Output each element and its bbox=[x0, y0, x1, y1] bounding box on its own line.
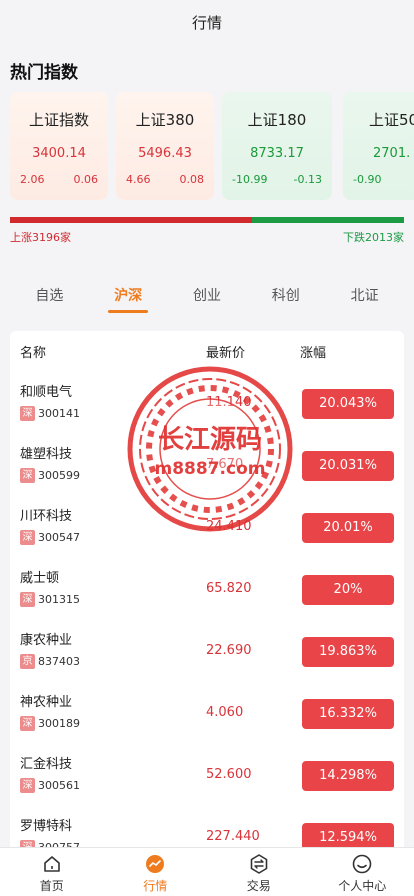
index-card-sh180[interactable]: 上证180 8733.17 -10.99 -0.13 bbox=[222, 92, 332, 200]
stock-price: 52.600 bbox=[206, 767, 252, 782]
rise-segment bbox=[10, 217, 252, 223]
index-change: -0.90 bbox=[353, 173, 382, 186]
stock-code: 300189 bbox=[38, 717, 80, 730]
market-tag: 京 bbox=[20, 654, 35, 669]
stock-price: 4.060 bbox=[206, 705, 244, 720]
change-badge[interactable]: 19.863% bbox=[302, 637, 394, 667]
index-change-pct: 0.08 bbox=[179, 173, 205, 186]
stock-code: 300561 bbox=[38, 779, 80, 792]
rise-count-label: 上涨3196家 bbox=[10, 231, 71, 244]
change-badge[interactable]: 20.043% bbox=[302, 389, 394, 419]
table-row[interactable]: 威士顿 深 301315 65.820 20% bbox=[10, 559, 404, 621]
trade-exchange-icon bbox=[250, 854, 268, 874]
index-name: 上证50 bbox=[369, 111, 414, 129]
stock-name: 川环科技 bbox=[20, 509, 73, 524]
index-card-sh380[interactable]: 上证380 5496.43 4.66 0.08 bbox=[116, 92, 214, 200]
stock-name: 神农种业 bbox=[20, 695, 73, 710]
stock-name: 和顺电气 bbox=[20, 385, 73, 400]
index-change: -10.99 bbox=[232, 173, 268, 186]
table-row[interactable]: 雄塑科技 深 300599 7.670 20.031% bbox=[10, 435, 404, 497]
tab-chinext[interactable]: 创业 bbox=[187, 283, 227, 313]
change-badge[interactable]: 20.01% bbox=[302, 513, 394, 543]
list-header: 名称 最新价 涨幅 bbox=[10, 331, 404, 369]
stock-price: 65.820 bbox=[206, 581, 252, 596]
index-price: 2701. bbox=[373, 146, 411, 161]
stock-price: 11.140 bbox=[206, 395, 252, 410]
index-card-sh-composite[interactable]: 上证指数 3400.14 2.06 0.06 bbox=[10, 92, 108, 200]
market-tag: 深 bbox=[20, 530, 35, 545]
fall-count-label: 下跌2013家 bbox=[343, 231, 404, 244]
nav-profile[interactable]: 个人中心 bbox=[311, 848, 414, 896]
market-chart-icon bbox=[146, 855, 165, 873]
index-name: 上证380 bbox=[135, 111, 195, 129]
index-name: 上证180 bbox=[247, 111, 307, 129]
top-bar: 行情 bbox=[0, 0, 414, 44]
stock-code: 837403 bbox=[38, 655, 80, 668]
table-row[interactable]: 汇金科技 深 300561 52.600 14.298% bbox=[10, 745, 404, 807]
col-price-header: 最新价 bbox=[206, 346, 246, 361]
stock-price: 7.670 bbox=[206, 457, 244, 472]
fall-segment bbox=[251, 217, 404, 223]
nav-trade[interactable]: 交易 bbox=[207, 848, 311, 896]
index-card-sh50[interactable]: 上证50 2701. -0.90 bbox=[343, 92, 414, 200]
home-icon bbox=[43, 856, 60, 872]
stock-name: 威士顿 bbox=[20, 571, 60, 586]
col-change-header: 涨幅 bbox=[300, 346, 327, 361]
stock-price: 22.690 bbox=[206, 643, 252, 658]
market-tag: 深 bbox=[20, 716, 35, 731]
table-row[interactable]: 和顺电气 深 300141 11.140 20.043% bbox=[10, 373, 404, 435]
table-row[interactable]: 神农种业 深 300189 4.060 16.332% bbox=[10, 683, 404, 745]
stock-name: 汇金科技 bbox=[20, 757, 73, 772]
index-price: 3400.14 bbox=[32, 146, 86, 161]
change-badge[interactable]: 16.332% bbox=[302, 699, 394, 729]
stock-code: 301315 bbox=[38, 593, 80, 606]
stock-name: 雄塑科技 bbox=[20, 447, 73, 462]
tab-star-market[interactable]: 科创 bbox=[266, 283, 306, 313]
index-change-pct: 0.06 bbox=[73, 173, 99, 186]
market-tag: 深 bbox=[20, 592, 35, 607]
index-name: 上证指数 bbox=[28, 111, 89, 129]
page-title: 行情 bbox=[191, 13, 222, 32]
index-price: 8733.17 bbox=[250, 146, 304, 161]
index-price: 5496.43 bbox=[138, 146, 192, 161]
index-card-row[interactable]: 上证指数 3400.14 2.06 0.06 上证380 5496.43 4.6… bbox=[10, 92, 414, 202]
market-tag: 深 bbox=[20, 406, 35, 421]
stock-price: 24.410 bbox=[206, 519, 252, 534]
market-tabs: 自选 沪深 创业 科创 北证 bbox=[10, 283, 404, 313]
change-badge[interactable]: 20% bbox=[302, 575, 394, 605]
nav-home[interactable]: 首页 bbox=[0, 848, 104, 896]
index-change-pct: -0.13 bbox=[293, 173, 322, 186]
tab-beijing[interactable]: 北证 bbox=[345, 283, 385, 313]
index-change: 2.06 bbox=[20, 173, 45, 186]
stock-list: 名称 最新价 涨幅 和顺电气 深 300141 11.140 20.043% 雄… bbox=[10, 331, 404, 851]
market-breadth-bar bbox=[10, 217, 404, 223]
nav-trade-label: 交易 bbox=[246, 879, 271, 893]
change-badge[interactable]: 14.298% bbox=[302, 761, 394, 791]
stock-code: 300599 bbox=[38, 469, 80, 482]
change-badge[interactable]: 20.031% bbox=[302, 451, 394, 481]
stock-code: 300547 bbox=[38, 531, 80, 544]
stock-name: 罗博特科 bbox=[20, 819, 73, 834]
stock-name: 康农种业 bbox=[20, 633, 73, 648]
tab-shanghai-shenzhen[interactable]: 沪深 bbox=[108, 283, 149, 313]
tab-watchlist[interactable]: 自选 bbox=[29, 283, 69, 313]
table-row[interactable]: 康农种业 京 837403 22.690 19.863% bbox=[10, 621, 404, 683]
market-tag: 深 bbox=[20, 778, 35, 793]
table-row[interactable]: 川环科技 深 300547 24.410 20.01% bbox=[10, 497, 404, 559]
nav-market[interactable]: 行情 bbox=[104, 848, 208, 896]
nav-market-label: 行情 bbox=[143, 879, 168, 893]
stock-code: 300141 bbox=[38, 407, 80, 420]
stock-price: 227.440 bbox=[206, 829, 260, 844]
col-name-header: 名称 bbox=[20, 346, 47, 361]
nav-profile-label: 个人中心 bbox=[338, 879, 387, 893]
nav-home-label: 首页 bbox=[39, 879, 64, 893]
profile-icon bbox=[352, 854, 372, 874]
market-tag: 深 bbox=[20, 468, 35, 483]
table-row[interactable]: 罗博特科 深 300757 227.440 12.594% bbox=[10, 807, 404, 851]
hot-index-title: 热门指数 bbox=[10, 63, 78, 83]
index-change: 4.66 bbox=[126, 173, 151, 186]
bottom-nav: 首页 行情 交易 个人中心 bbox=[0, 847, 414, 896]
